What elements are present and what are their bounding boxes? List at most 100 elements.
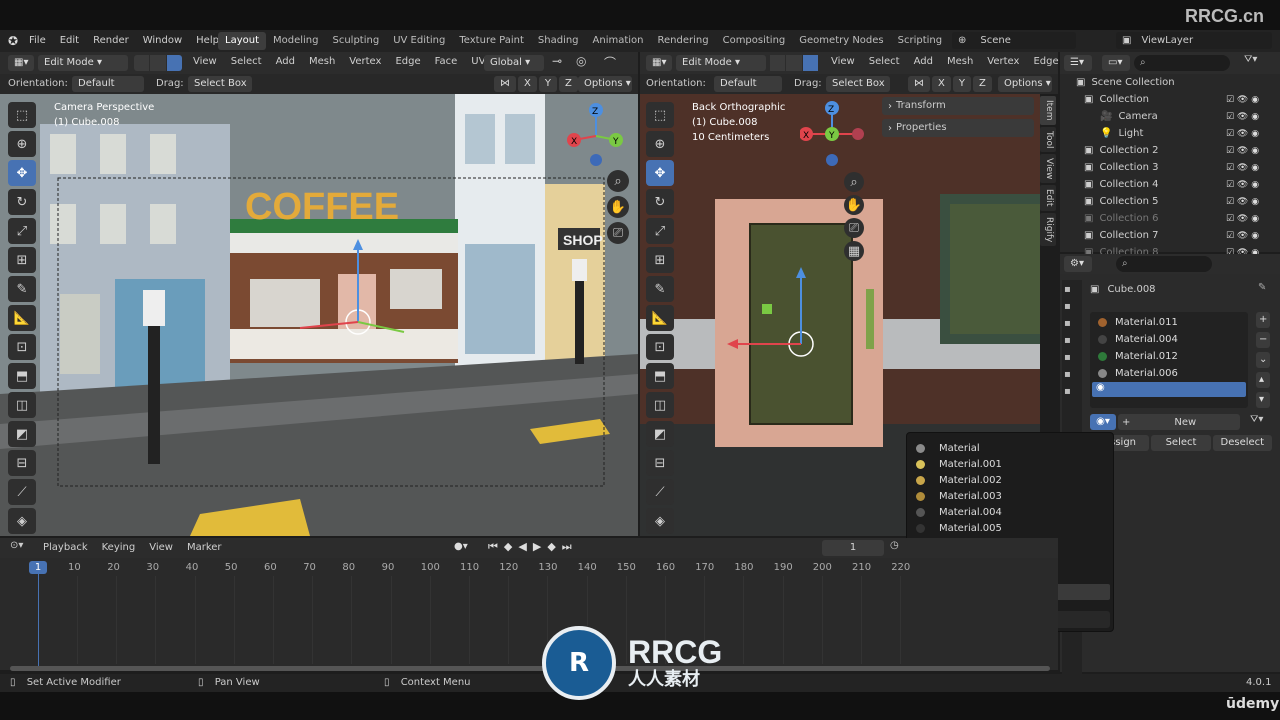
visibility-icons[interactable]: ☑ 👁 ◉ [1226,197,1259,207]
right-menu-mesh[interactable]: Mesh [940,53,980,71]
outliner-editor-type[interactable]: ☰▾ [1064,55,1092,71]
outliner-row[interactable]: ▣ Collection 5 ☑ 👁 ◉ [1060,193,1280,210]
tab-compositing[interactable]: Compositing [716,32,793,50]
menu-edit[interactable]: Edit [53,32,86,50]
right-menu-select[interactable]: Select [862,53,907,71]
rotate-icon[interactable]: ↻ [646,189,674,215]
left-menu-face[interactable]: Face [428,53,465,71]
right-vertex-select-icon[interactable] [770,55,786,71]
right-mode-dropdown[interactable]: Edit Mode ▾ [676,55,766,71]
left-nav-gizmo[interactable]: Z X Y [566,100,626,170]
outliner-filter-icon[interactable]: ▭▾ [1102,55,1130,71]
material-filter-icon[interactable]: ⛛▾ [1250,414,1263,425]
current-frame-field[interactable]: 1 [822,540,884,556]
properties-search-input[interactable]: ⌕ [1116,256,1212,272]
slot-specials-button[interactable]: ⌄ [1256,352,1271,368]
left-menu-vertex[interactable]: Vertex [342,53,388,71]
prev-key-icon[interactable]: ◆ [504,540,512,554]
right-mirror-x[interactable]: X [932,76,951,92]
bevel-icon[interactable]: ◩ [646,421,674,447]
right-zoom-icon[interactable]: ⌕ [844,172,864,192]
sidebar-tab-edit[interactable]: Edit [1040,185,1056,211]
left-menu-view[interactable]: View [186,53,224,71]
sidebar-panel-transform[interactable]: › Transform [882,97,1034,115]
sidebar-tab-rigify[interactable]: Rigify [1040,212,1056,247]
knife-icon[interactable]: ⟋ [646,479,674,505]
tab-geometry-nodes[interactable]: Geometry Nodes [792,32,890,50]
outliner-row[interactable]: ▣ Collection 3 ☑ 👁 ◉ [1060,159,1280,176]
menu-render[interactable]: Render [86,32,136,50]
add-cube-icon[interactable]: ⊡ [8,334,36,360]
scale-icon[interactable]: ⤢ [646,218,674,244]
left-mode-dropdown[interactable]: Edit Mode ▾ [38,55,128,71]
scene-icon[interactable]: ▪ [1064,352,1071,363]
properties-editor-type[interactable]: ⚙▾ [1064,256,1092,272]
snap-icon[interactable]: ⊸ [552,54,562,68]
right-editor-type-button[interactable]: ▦▾ [646,55,672,71]
playback-controls[interactable]: ⏮ ◆ ◀ ▶ ◆ ⏭ [488,540,572,554]
move-up-button[interactable]: ▴ [1256,372,1271,388]
material-option[interactable]: Material.002 [908,472,1110,488]
timeline-editor-type[interactable]: ⊙▾ [10,540,23,551]
world-icon[interactable]: ▪ [1064,369,1071,380]
zoom-icon[interactable]: ⌕ [607,170,629,192]
render-icon[interactable]: ▪ [1064,301,1071,312]
visibility-icons[interactable]: ☑ 👁 ◉ [1226,180,1259,190]
camera-view-icon[interactable]: ⎚ [607,222,629,244]
tab-shading[interactable]: Shading [531,32,586,50]
left-transform-orientation[interactable]: Global ▾ [484,55,544,71]
material-option[interactable]: Material [908,440,1110,456]
outliner-row[interactable]: ▣ Collection 4 ☑ 👁 ◉ [1060,176,1280,193]
object-icon[interactable]: ▪ [1064,386,1071,397]
select-box-icon[interactable]: ⬚ [8,102,36,128]
remove-slot-button[interactable]: − [1256,332,1271,348]
tab-layout[interactable]: Layout [218,32,266,50]
outliner-search-input[interactable]: ⌕ [1134,55,1230,71]
material-option[interactable]: Material.004 [908,504,1110,520]
face-select-icon[interactable] [166,55,182,71]
left-select-mode-group[interactable] [134,55,182,71]
scale-icon[interactable]: ⤢ [8,218,36,244]
move-down-button[interactable]: ▾ [1256,392,1271,408]
vertex-select-icon[interactable] [134,55,150,71]
browse-material-button[interactable]: ◉▾ [1090,414,1116,430]
outliner-row[interactable]: ▣ Collection ☑ 👁 ◉ [1060,91,1280,108]
visibility-icons[interactable]: ☑ 👁 ◉ [1226,112,1259,122]
mirror-x-button[interactable]: X [518,76,537,92]
poly-build-icon[interactable]: ◈ [8,508,36,534]
left-orientation-dropdown[interactable]: Default [72,76,144,92]
sidebar-panel-properties[interactable]: › Properties [882,119,1034,137]
right-drag-dropdown[interactable]: Select Box [826,76,890,92]
right-grid-icon[interactable]: ▦ [844,241,864,261]
bevel-icon[interactable]: ◩ [8,421,36,447]
poly-build-icon[interactable]: ◈ [646,508,674,534]
left-menu-select[interactable]: Select [224,53,269,71]
output-icon[interactable]: ▪ [1064,318,1071,329]
outliner-row[interactable]: ▣ Collection 7 ☑ 👁 ◉ [1060,227,1280,244]
left-menu-mesh[interactable]: Mesh [302,53,342,71]
material-slot-active-empty[interactable]: ◉ [1092,382,1246,397]
outliner-row[interactable]: ▣ Collection 6 ☑ 👁 ◉ [1060,210,1280,227]
annotate-icon[interactable]: ✎ [8,276,36,302]
right-orientation-dropdown[interactable]: Default [714,76,782,92]
jump-start-icon[interactable]: ⏮ [488,540,498,554]
viewlayer-selector[interactable]: ▣ ViewLayer [1116,32,1272,49]
timeline-scrollbar[interactable] [10,666,1050,671]
move-icon[interactable]: ✥ [8,160,36,186]
right-mirror-y[interactable]: Y [952,76,971,92]
right-face-select-icon[interactable] [802,55,818,71]
pin-icon[interactable]: ✎ [1258,282,1266,293]
right-edge-select-icon[interactable] [786,55,802,71]
left-menu-edge[interactable]: Edge [388,53,427,71]
tool-icon[interactable]: ▪ [1064,284,1071,295]
select-box-icon[interactable]: ⬚ [646,102,674,128]
right-menu-vertex[interactable]: Vertex [980,53,1026,71]
scene-collection-row[interactable]: ▣ Scene Collection [1076,74,1175,91]
material-slot[interactable]: Material.012 [1094,348,1246,365]
falloff-icon[interactable]: ⌒ [604,54,616,71]
inset-icon[interactable]: ◫ [646,392,674,418]
outliner-row[interactable]: ▣ Collection 2 ☑ 👁 ◉ [1060,142,1280,159]
outliner-funnel-icon[interactable]: ⛛▾ [1244,54,1257,65]
transform-icon[interactable]: ⊞ [8,247,36,273]
material-slot[interactable]: Material.011 [1094,314,1246,331]
